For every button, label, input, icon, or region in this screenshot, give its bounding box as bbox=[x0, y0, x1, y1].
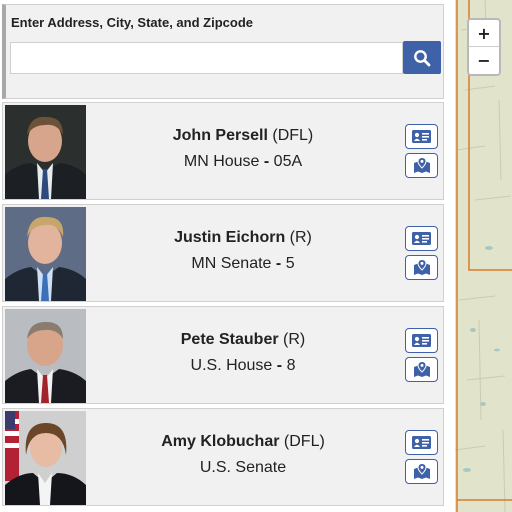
contact-info-button[interactable] bbox=[405, 430, 438, 455]
rep-chamber: U.S. Senate bbox=[199, 459, 287, 476]
rep-name: Pete Stauber bbox=[180, 331, 279, 348]
rep-office-line: MN Senate - 5 bbox=[87, 255, 399, 273]
zoom-out-button[interactable]: − bbox=[469, 47, 499, 74]
map-pin-icon bbox=[413, 259, 430, 275]
representative-info: Amy Klobuchar (DFL) U.S. Senate bbox=[87, 409, 399, 505]
rep-chamber: U.S. House bbox=[190, 357, 273, 374]
map-pin-icon bbox=[413, 463, 430, 479]
representative-photo bbox=[5, 309, 86, 403]
rep-chamber: MN Senate bbox=[191, 255, 272, 272]
contact-card-icon bbox=[412, 130, 431, 143]
rep-name: John Persell bbox=[172, 127, 268, 144]
representative-photo bbox=[5, 207, 86, 301]
district-map-button[interactable] bbox=[405, 459, 438, 484]
district-map-button[interactable] bbox=[405, 153, 438, 178]
rep-district: 5 bbox=[285, 255, 295, 272]
search-button[interactable] bbox=[403, 41, 441, 74]
rep-name: Amy Klobuchar bbox=[161, 433, 280, 450]
contact-card-icon bbox=[412, 436, 431, 449]
map-pin-icon bbox=[413, 361, 430, 377]
rep-office-line: U.S. Senate bbox=[87, 459, 399, 477]
representative-info: John Persell (DFL) MN House - 05A bbox=[87, 103, 399, 199]
rep-name: Justin Eichorn bbox=[174, 229, 286, 246]
representative-card: Pete Stauber (R) U.S. House - 8 bbox=[2, 306, 444, 404]
representative-card: Amy Klobuchar (DFL) U.S. Senate bbox=[2, 408, 444, 506]
zoom-in-button[interactable]: + bbox=[469, 20, 499, 47]
district-map-button[interactable] bbox=[405, 357, 438, 382]
representative-info: Pete Stauber (R) U.S. House - 8 bbox=[87, 307, 399, 403]
rep-chamber: MN House bbox=[183, 153, 260, 170]
contact-card-icon bbox=[412, 334, 431, 347]
contact-info-button[interactable] bbox=[405, 328, 438, 353]
representative-card: John Persell (DFL) MN House - 05A bbox=[2, 102, 444, 200]
rep-name-line: Pete Stauber (R) bbox=[87, 331, 399, 349]
rep-party: (R) bbox=[289, 229, 312, 246]
representative-info: Justin Eichorn (R) MN Senate - 5 bbox=[87, 205, 399, 301]
contact-info-button[interactable] bbox=[405, 226, 438, 251]
address-search-box: Enter Address, City, State, and Zipcode bbox=[2, 4, 444, 99]
district-map[interactable] bbox=[455, 0, 512, 512]
representative-photo bbox=[5, 105, 86, 199]
address-search-input[interactable] bbox=[10, 42, 403, 74]
rep-separator: - bbox=[263, 153, 270, 170]
contact-card-icon bbox=[412, 232, 431, 245]
rep-name-line: Amy Klobuchar (DFL) bbox=[87, 433, 399, 451]
representative-photo bbox=[5, 411, 86, 505]
rep-district: 05A bbox=[273, 153, 303, 170]
search-label: Enter Address, City, State, and Zipcode bbox=[11, 15, 253, 30]
rep-separator: - bbox=[275, 255, 282, 272]
rep-party: (R) bbox=[283, 331, 306, 348]
district-map-button[interactable] bbox=[405, 255, 438, 280]
rep-office-line: MN House - 05A bbox=[87, 153, 399, 171]
rep-party: (DFL) bbox=[272, 127, 314, 144]
rep-office-line: U.S. House - 8 bbox=[87, 357, 399, 375]
rep-party: (DFL) bbox=[283, 433, 325, 450]
rep-name-line: John Persell (DFL) bbox=[87, 127, 399, 145]
results-panel: Enter Address, City, State, and Zipcode … bbox=[0, 0, 446, 512]
rep-separator: - bbox=[276, 357, 283, 374]
rep-district: 8 bbox=[286, 357, 296, 374]
search-icon bbox=[414, 49, 431, 66]
map-pin-icon bbox=[413, 157, 430, 173]
map-zoom-control: + − bbox=[467, 18, 501, 76]
rep-name-line: Justin Eichorn (R) bbox=[87, 229, 399, 247]
representative-card: Justin Eichorn (R) MN Senate - 5 bbox=[2, 204, 444, 302]
contact-info-button[interactable] bbox=[405, 124, 438, 149]
